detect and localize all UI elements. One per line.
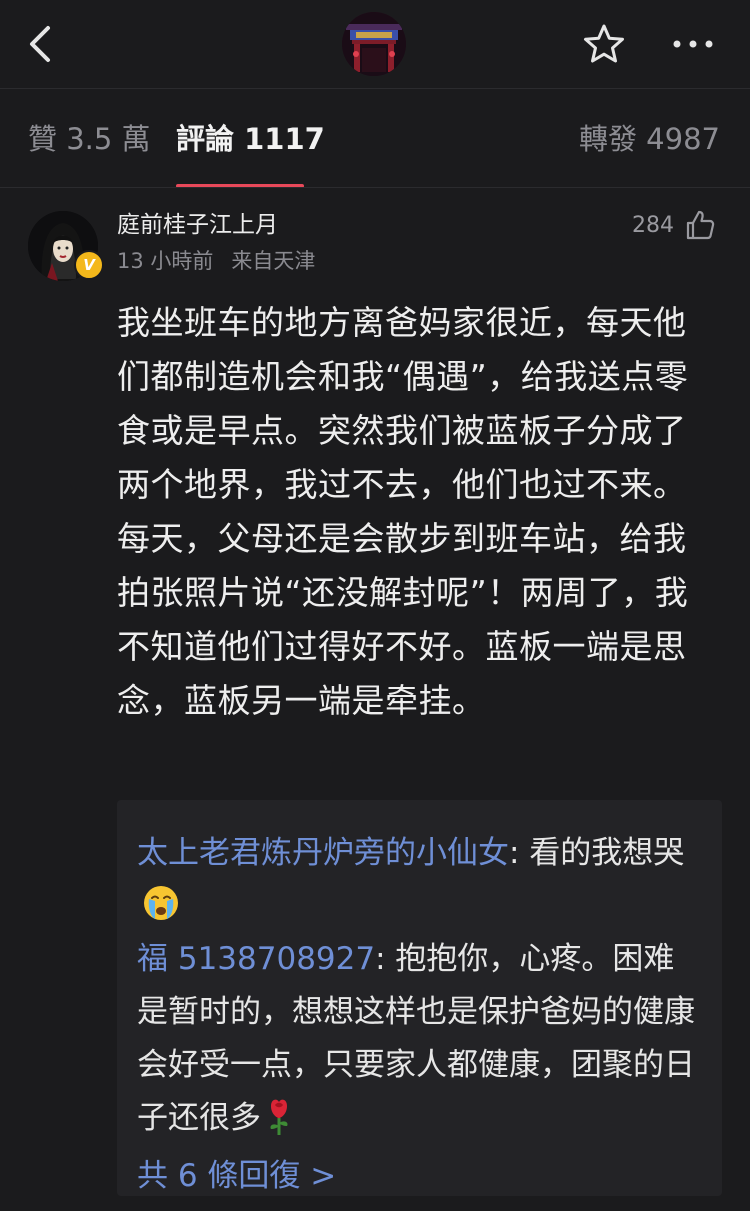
- chevron-left-icon: [30, 26, 50, 62]
- gate-image-icon: [342, 12, 406, 76]
- back-button[interactable]: [22, 22, 62, 66]
- tab-bar: 贊 3.5 萬 評論 1117 轉發 4987: [0, 89, 750, 188]
- top-nav-bar: [0, 0, 750, 88]
- comment-text: 我坐班车的地方离爸妈家很近，每天他们都制造机会和我“偶遇”，给我送点零食或是早点…: [117, 303, 689, 720]
- tab-reposts[interactable]: 轉發 4987: [579, 119, 720, 159]
- comment-username[interactable]: 庭前桂子江上月: [117, 209, 278, 241]
- crying-face-icon: [141, 883, 181, 923]
- reply-text: 看的我想哭: [529, 835, 685, 871]
- comment-meta: 13 小時前 来自天津: [117, 246, 315, 276]
- rose-icon: [263, 1096, 295, 1136]
- more-horizontal-icon: [673, 40, 713, 48]
- view-all-replies-link[interactable]: 共 6 條回復 >: [137, 1156, 336, 1196]
- comment-location: 来自天津: [231, 249, 316, 273]
- divider: [0, 187, 750, 188]
- thumbs-up-icon: [686, 210, 715, 240]
- star-outline-icon: [584, 24, 624, 63]
- reply-author[interactable]: 太上老君炼丹炉旁的小仙女: [137, 835, 509, 871]
- reply-author[interactable]: 福 5138708927: [137, 941, 375, 977]
- account-avatar[interactable]: [342, 12, 406, 76]
- like-button[interactable]: [684, 209, 716, 241]
- like-count: 284: [632, 213, 674, 238]
- replies-box[interactable]: 太上老君炼丹炉旁的小仙女: 看的我想哭 福 5138708927: 抱抱你，心疼…: [117, 800, 722, 1196]
- comment-time: 13 小時前: [117, 249, 214, 273]
- verified-badge: V: [74, 250, 104, 280]
- reply-item: 太上老君炼丹炉旁的小仙女: 看的我想哭: [137, 827, 703, 933]
- tab-comments[interactable]: 評論 1117: [176, 119, 325, 159]
- reply-item: 福 5138708927: 抱抱你，心疼。困难是暂时的，想想这样也是保护爸妈的健…: [137, 933, 703, 1145]
- more-options-button[interactable]: [670, 30, 716, 58]
- reply-separator: :: [509, 835, 530, 871]
- favorite-button[interactable]: [582, 22, 626, 66]
- tab-likes[interactable]: 贊 3.5 萬: [28, 119, 151, 159]
- reply-separator: :: [375, 941, 396, 977]
